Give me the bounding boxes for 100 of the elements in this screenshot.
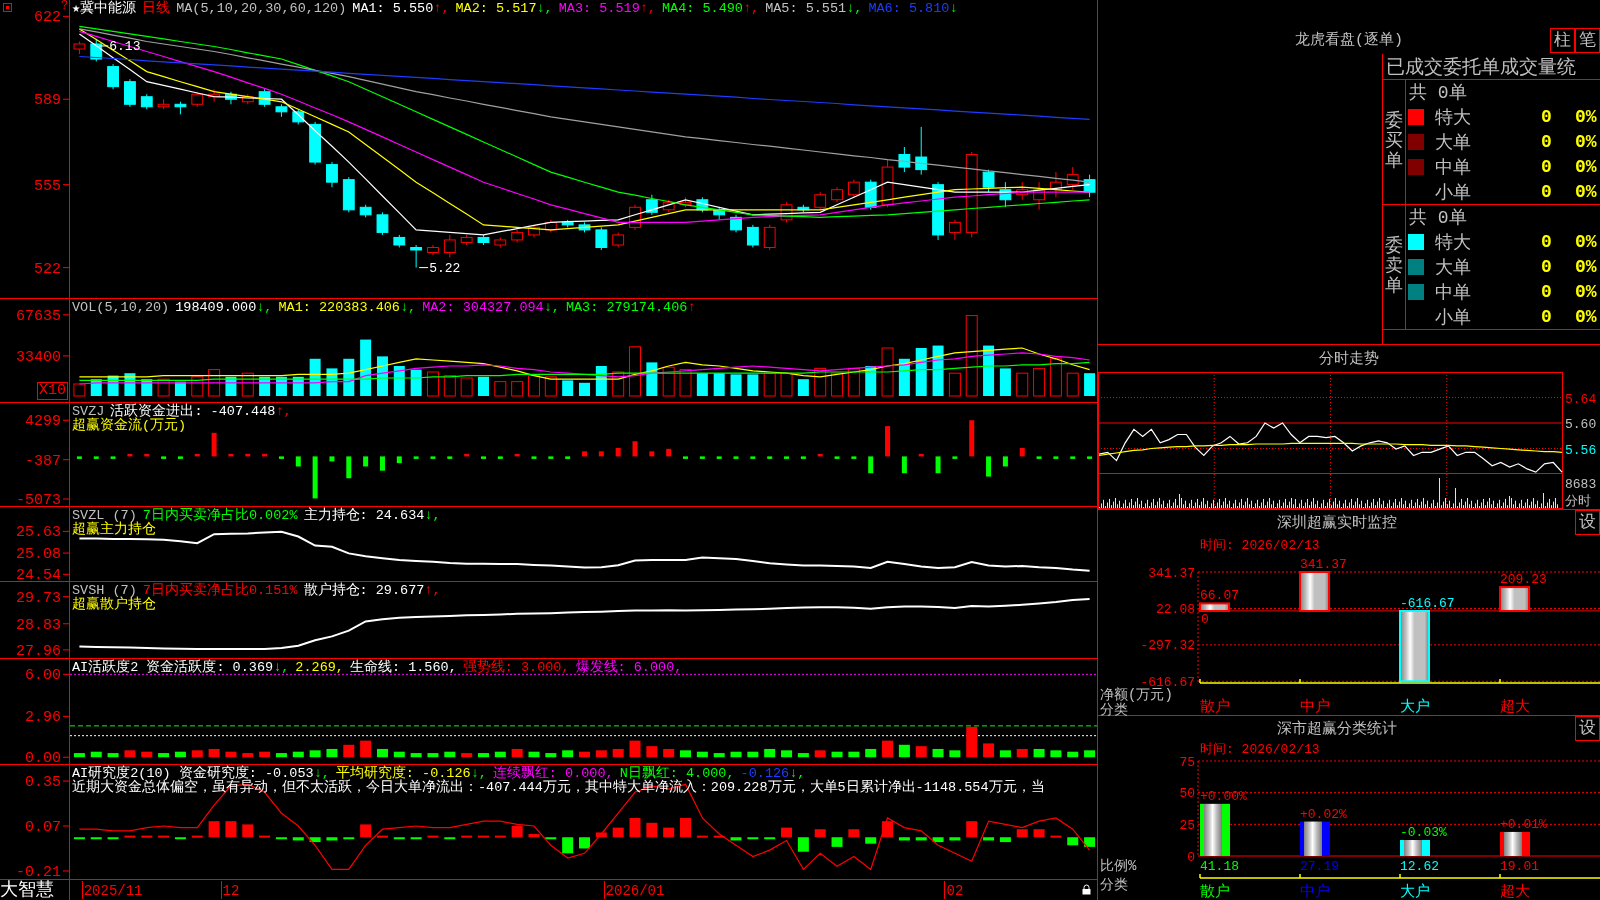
view-toggle-button[interactable]: 笔 — [1575, 28, 1600, 53]
fund-flow-bar — [1053, 456, 1059, 459]
indicator-text: SVZJ — [72, 405, 105, 418]
research-bar — [225, 821, 237, 838]
research-bar — [158, 835, 170, 838]
volume-bar — [259, 376, 271, 396]
candle — [241, 93, 254, 105]
axis-tick-label: 25.08 — [16, 546, 61, 564]
axis-tick-label: 22.08 — [1156, 601, 1195, 617]
view-toggle-button[interactable]: 柱 — [1550, 28, 1575, 53]
volume-bar — [562, 380, 574, 396]
fund-flow-bar — [262, 453, 268, 457]
trend-arrow: ↑, — [433, 2, 450, 15]
indicator-text: 散户持仓: 29.677 — [303, 584, 425, 597]
candle — [544, 219, 557, 233]
indicator-text: AI活跃度2 资金活跃度: 0.369 — [72, 661, 274, 674]
volume-bar — [326, 368, 338, 396]
candle — [90, 38, 103, 63]
volume-bar — [932, 345, 944, 396]
indicator-text: 198409.000 — [175, 301, 257, 314]
activity-bar — [814, 750, 826, 758]
research-bar — [663, 827, 675, 838]
activity-bar — [629, 740, 641, 758]
research-bar — [90, 837, 102, 840]
bar-value-label: 27.19 — [1300, 859, 1339, 874]
volume-bar — [629, 346, 641, 397]
order-total: 共 0单 — [1409, 207, 1467, 229]
candle — [831, 186, 843, 203]
fund-flow-bar — [245, 453, 251, 457]
axis-tick-label: 0.07 — [25, 819, 61, 836]
activity-bar — [191, 750, 203, 758]
panel-title: 深市超赢分类统计 — [1276, 719, 1397, 738]
settings-button[interactable]: 设 — [1575, 510, 1600, 535]
candle — [225, 91, 237, 105]
change-label: +0.00% — [1200, 788, 1247, 804]
activity-bar — [579, 751, 590, 758]
activity-bar — [174, 751, 186, 758]
change-label: +0.01% — [1500, 816, 1547, 832]
indicator-text: MA1: 5.550 — [352, 2, 434, 15]
ratio-bar — [1300, 821, 1330, 856]
order-count: 0 — [1541, 256, 1552, 277]
candle — [847, 179, 860, 198]
fund-flow-bar — [110, 456, 116, 459]
research-bar — [275, 837, 287, 840]
research-bar — [427, 835, 439, 838]
research-bar — [326, 837, 338, 841]
indicator-text: MA6: 5.810 — [868, 2, 950, 15]
indicator-text: 7日内买卖净占比0.151% — [142, 584, 298, 597]
indicator-text: 爆发线: 6.000, — [575, 661, 683, 674]
research-bar — [730, 837, 742, 841]
axis-tick-label: 28.83 — [16, 616, 61, 634]
research-bar — [545, 837, 557, 840]
indicator-text: 超赢主力持仓 — [72, 523, 156, 536]
fund-flow-bar — [1070, 456, 1076, 459]
research-bar — [999, 837, 1011, 843]
activity-bar — [915, 746, 927, 758]
volume-bar — [747, 374, 759, 396]
candle — [191, 91, 204, 108]
axis-tick-label: 5.60 — [1565, 417, 1597, 432]
annotation: 5.22 — [429, 260, 461, 276]
order-count: 0 — [1541, 231, 1552, 252]
research-bar — [865, 837, 877, 844]
fund-flow-bar — [885, 426, 891, 457]
date-axis-label: 12 — [222, 883, 240, 899]
candle — [696, 196, 709, 213]
volume-bar — [713, 373, 725, 396]
fund-flow-bar — [161, 456, 167, 459]
activity-bar — [1067, 751, 1079, 758]
trend-arrow: ↓, — [399, 301, 417, 314]
volume-bar — [343, 358, 355, 396]
candle — [107, 63, 119, 90]
settings-button[interactable]: 设 — [1575, 716, 1600, 741]
volume-bar — [865, 366, 877, 396]
research-bar — [309, 837, 321, 843]
trend-arrow: ↓, — [424, 509, 441, 522]
research-bar — [882, 821, 894, 838]
volume-bar — [174, 381, 186, 396]
fund-flow-bar — [144, 453, 150, 457]
trend-arrow: ↓ — [949, 2, 958, 15]
research-bar — [444, 837, 456, 840]
fund-flow-bar — [952, 456, 958, 459]
candle — [898, 146, 911, 173]
indicator-text: 连续飘红: 0.000, — [492, 767, 614, 780]
research-bar — [949, 837, 961, 841]
axis-tick-label: 75 — [1179, 754, 1195, 770]
fund-flow-bar — [177, 456, 183, 459]
volume-bar — [948, 372, 961, 397]
volume-bar — [814, 367, 827, 397]
axis-tick-label: 25 — [1179, 817, 1195, 833]
change-label: +0.02% — [1300, 806, 1347, 822]
order-percent: 0% — [1575, 256, 1597, 277]
indicator-text: ★冀中能源 — [72, 2, 137, 15]
order-size-label: 大单 — [1435, 131, 1471, 154]
volume-bar — [124, 373, 136, 396]
research-bar — [680, 818, 691, 838]
volume-bar — [679, 369, 692, 397]
volume-bar — [612, 371, 625, 397]
fund-flow-bar — [699, 456, 705, 459]
order-percent: 0% — [1575, 231, 1597, 252]
fund-flow-bar — [1087, 456, 1093, 459]
